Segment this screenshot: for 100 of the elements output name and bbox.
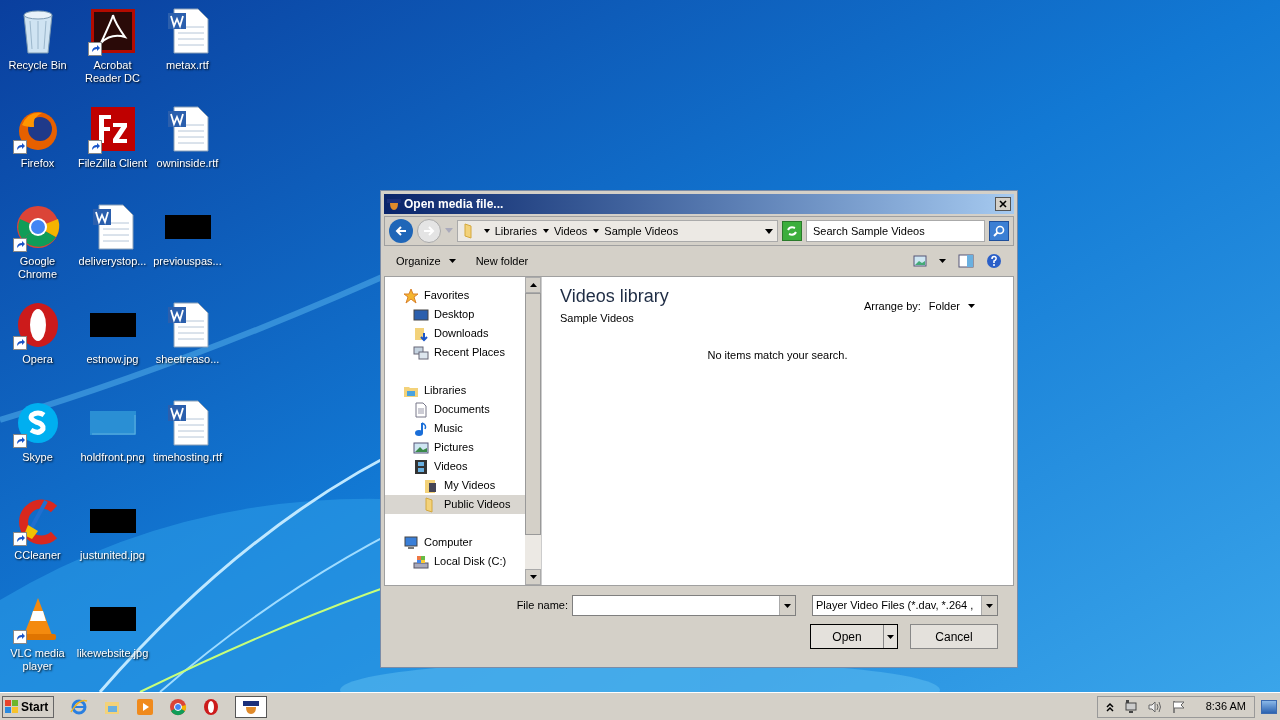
nav-item[interactable]: Local Disk (C:) — [385, 552, 525, 571]
nav-item[interactable]: Public Videos — [385, 495, 525, 514]
video-folder-icon — [423, 477, 439, 494]
nav-item[interactable]: My Videos — [385, 476, 525, 495]
toolbar-button[interactable]: New folder — [475, 252, 529, 270]
computer-icon — [403, 534, 419, 551]
library-heading: Videos library — [560, 285, 669, 308]
breadcrumb-caret-icon[interactable] — [483, 229, 490, 233]
desktop-icon[interactable]: deliverystop... — [75, 196, 150, 294]
dialog-button[interactable]: Open — [810, 624, 898, 649]
nav-item[interactable]: Computer — [385, 533, 525, 552]
preview-pane-icon[interactable] — [958, 254, 974, 268]
desktop-icon[interactable]: VLC media player — [0, 588, 75, 686]
desktop-icon[interactable]: owninside.rtf — [150, 98, 225, 196]
opera-icon — [202, 697, 220, 716]
breadcrumb-item[interactable]: Sample Videos — [604, 222, 679, 240]
search-button[interactable] — [989, 221, 1009, 241]
desktop-icon[interactable]: Google Chrome — [0, 196, 75, 294]
nav-item[interactable]: Documents — [385, 400, 525, 419]
desktop-icon[interactable]: previouspas... — [150, 196, 225, 294]
desktop-icon[interactable]: metax.rtf — [150, 0, 225, 98]
refresh-button[interactable] — [782, 221, 802, 241]
document-icon — [413, 401, 429, 418]
desktop-icon[interactable]: sheetreaso... — [150, 294, 225, 392]
forward-arrow-icon — [422, 225, 435, 237]
file-type-dropdown[interactable]: Player Video Files (*.dav, *.264 , — [812, 595, 998, 616]
desktop-icon-label: owninside.rtf — [155, 157, 220, 170]
desktop-icon — [413, 306, 429, 323]
desktop-icon[interactable]: FileZilla Client — [75, 98, 150, 196]
music-note-icon — [413, 420, 429, 437]
desktop-icon[interactable]: Skype — [0, 392, 75, 490]
nav-item[interactable]: Recent Places — [385, 343, 525, 362]
show-hidden-icons[interactable] — [1105, 701, 1114, 712]
caret-icon — [887, 634, 894, 639]
desktop-icon[interactable]: Firefox — [0, 98, 75, 196]
help-icon[interactable] — [986, 253, 1002, 269]
desktop-icon-label: sheetreaso... — [154, 353, 221, 366]
nav-item[interactable]: Favorites — [385, 286, 525, 305]
start-button[interactable]: Start — [2, 695, 54, 718]
desktop-icon-label: holdfront.png — [79, 451, 146, 464]
nav-item[interactable]: Videos — [385, 457, 525, 476]
desktop-icon-label: FileZilla Client — [76, 157, 149, 170]
search-field[interactable]: Search Sample Videos — [805, 220, 986, 242]
desktop-icon-label: Google Chrome — [16, 255, 59, 281]
windows-logo-icon — [5, 699, 19, 714]
dialog-button[interactable]: Cancel — [910, 624, 998, 649]
view-options-icon[interactable] — [913, 255, 927, 267]
address-bar[interactable]: Libraries Videos Sample Videos — [456, 220, 779, 242]
arrange-by-label: Arrange by: — [863, 299, 921, 314]
desktop-icon[interactable]: timehosting.rtf — [150, 392, 225, 490]
nav-item[interactable]: Music — [385, 419, 525, 438]
film-strip-icon — [413, 458, 429, 475]
network-icon[interactable] — [1123, 699, 1138, 714]
scroll-up-icon — [529, 283, 537, 287]
empty-message: No items match your search. — [707, 347, 848, 363]
filezilla-icon — [88, 105, 137, 153]
desktop-icon[interactable]: holdfront.png — [75, 392, 150, 490]
disk-drive-icon — [413, 553, 429, 570]
desktop-icon-label: justunited.jpg — [78, 549, 146, 562]
file-name-label: File name: — [516, 598, 568, 614]
scrollbar[interactable] — [525, 277, 541, 585]
taskbar-button[interactable] — [235, 695, 267, 718]
desktop-icon-label: Recycle Bin — [7, 59, 68, 72]
desktop-icon[interactable]: justunited.jpg — [75, 490, 150, 588]
desktop-icon[interactable]: CCleaner — [0, 490, 75, 588]
redacted-thumbnail — [89, 607, 136, 631]
desktop-icon[interactable]: Opera — [0, 294, 75, 392]
caret-icon — [968, 304, 975, 309]
nav-item[interactable]: Desktop — [385, 305, 525, 324]
nav-item[interactable]: Libraries — [385, 381, 525, 400]
refresh-icon — [786, 225, 798, 237]
internet-explorer-icon — [70, 697, 88, 716]
close-icon — [999, 200, 1007, 208]
breadcrumb-caret-icon[interactable] — [542, 229, 549, 233]
acrobat-icon — [88, 7, 137, 55]
flag-icon[interactable] — [1171, 699, 1186, 714]
image-thumbnail — [89, 411, 136, 435]
breadcrumb-item[interactable]: Libraries — [494, 222, 537, 240]
breadcrumb-item[interactable]: Videos — [553, 222, 588, 240]
desktop-icon[interactable]: Acrobat Reader DC — [75, 0, 150, 98]
star-icon — [403, 287, 419, 304]
desktop-icon-label: Firefox — [19, 157, 56, 170]
desktop-icon-label: Acrobat Reader DC — [84, 59, 141, 85]
toolbar-button[interactable]: Organize — [396, 252, 456, 270]
app-icon — [387, 197, 401, 211]
arrange-by-dropdown[interactable]: Folder — [928, 298, 975, 315]
nav-item[interactable]: Downloads — [385, 324, 525, 343]
file-name-field[interactable] — [572, 595, 796, 616]
desktop-icon[interactable]: estnow.jpg — [75, 294, 150, 392]
back-button[interactable] — [389, 219, 413, 243]
close-button[interactable] — [995, 197, 1011, 211]
caret-icon[interactable] — [939, 259, 946, 263]
breadcrumb-caret-icon[interactable] — [593, 229, 600, 233]
clock[interactable]: 8:36 AM — [1205, 698, 1246, 715]
show-desktop-button[interactable] — [1261, 699, 1277, 714]
dropdown-caret-icon[interactable] — [765, 228, 774, 234]
desktop-icon[interactable]: Recycle Bin — [0, 0, 75, 98]
speaker-icon[interactable] — [1147, 699, 1162, 714]
nav-item[interactable]: Pictures — [385, 438, 525, 457]
library-subtitle: Sample Videos — [560, 311, 635, 326]
